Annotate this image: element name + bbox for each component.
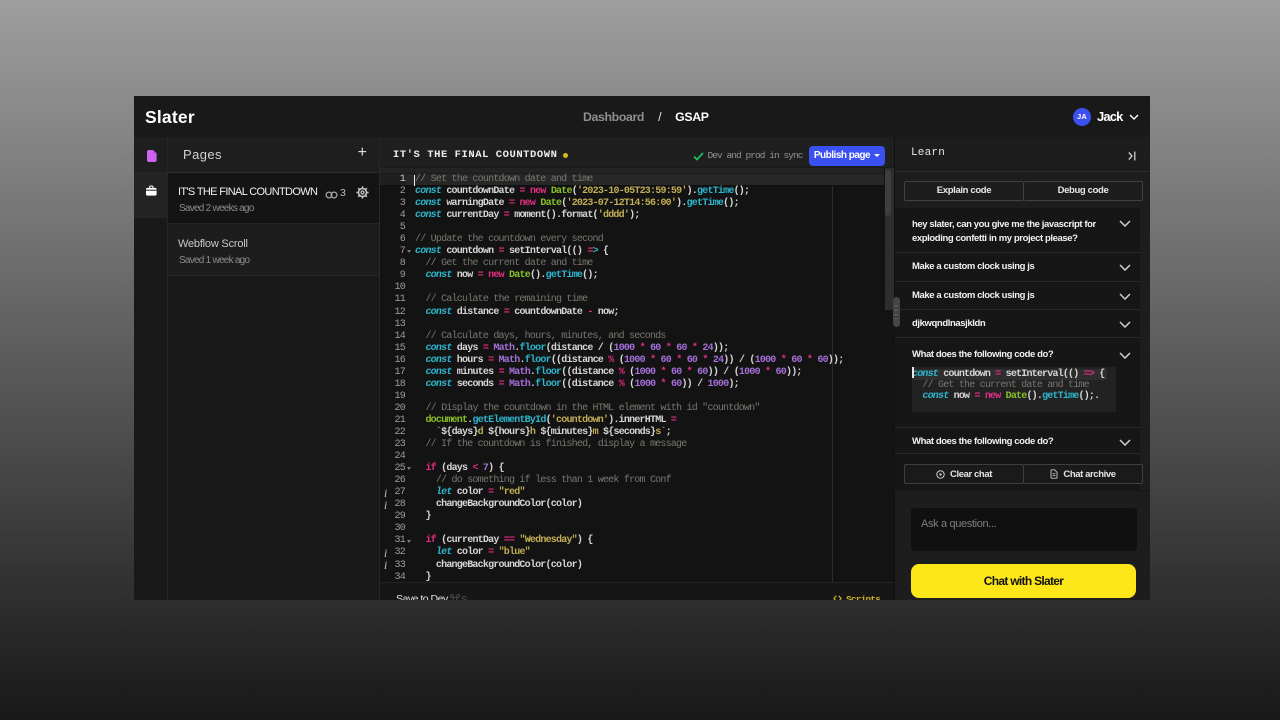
- svg-text:S: S: [461, 595, 468, 601]
